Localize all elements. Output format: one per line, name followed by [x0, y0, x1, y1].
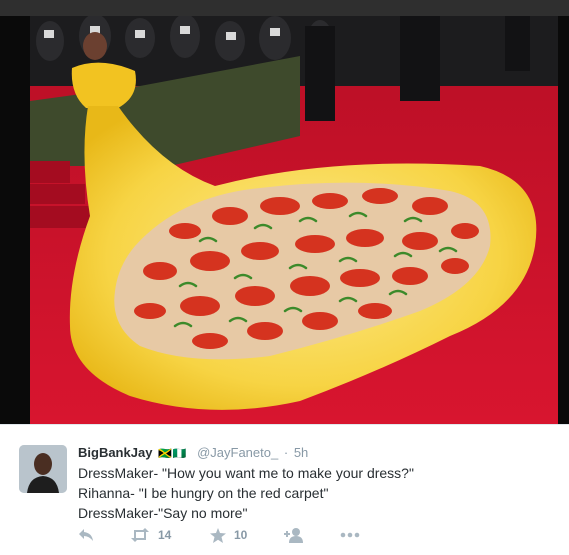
reply-icon	[79, 529, 93, 541]
tweet-actions: 14 10	[78, 526, 478, 544]
tweet-line: DressMaker- "How you want me to make you…	[78, 465, 414, 481]
tweet-photo[interactable]	[0, 16, 569, 424]
follow-button[interactable]	[284, 526, 304, 544]
timestamp[interactable]: 5h	[294, 445, 308, 460]
user-name[interactable]: BigBankJay	[78, 445, 152, 460]
star-icon	[210, 527, 226, 543]
top-bar	[0, 0, 569, 16]
pizza-dress-image	[0, 16, 569, 424]
retweet-count: 14	[158, 528, 172, 542]
more-dots-icon	[340, 532, 360, 538]
tweet-header: BigBankJay 🇯🇲🇳🇬 @JayFaneto_ · 5h	[78, 445, 308, 462]
separator: ·	[283, 445, 289, 460]
avatar[interactable]	[19, 445, 67, 493]
retweet-button[interactable]: 14	[130, 526, 171, 544]
name-flags: 🇯🇲🇳🇬	[158, 448, 188, 460]
reply-button[interactable]	[78, 526, 94, 544]
favorite-count: 10	[234, 528, 248, 542]
user-handle[interactable]: @JayFaneto_	[197, 445, 278, 460]
tweet-line: DressMaker-"Say no more"	[78, 505, 248, 521]
tweet-card: BigBankJay 🇯🇲🇳🇬 @JayFaneto_ · 5h DressMa…	[0, 424, 569, 555]
tweet-line: Rihanna- "I be hungry on the red carpet"	[78, 485, 329, 501]
favorite-button[interactable]: 10	[210, 526, 247, 544]
tweet-text: DressMaker- "How you want me to make you…	[78, 463, 548, 523]
retweet-icon	[131, 528, 149, 542]
profile-photo	[19, 445, 67, 493]
add-user-icon	[284, 528, 303, 543]
more-button[interactable]	[340, 526, 360, 544]
